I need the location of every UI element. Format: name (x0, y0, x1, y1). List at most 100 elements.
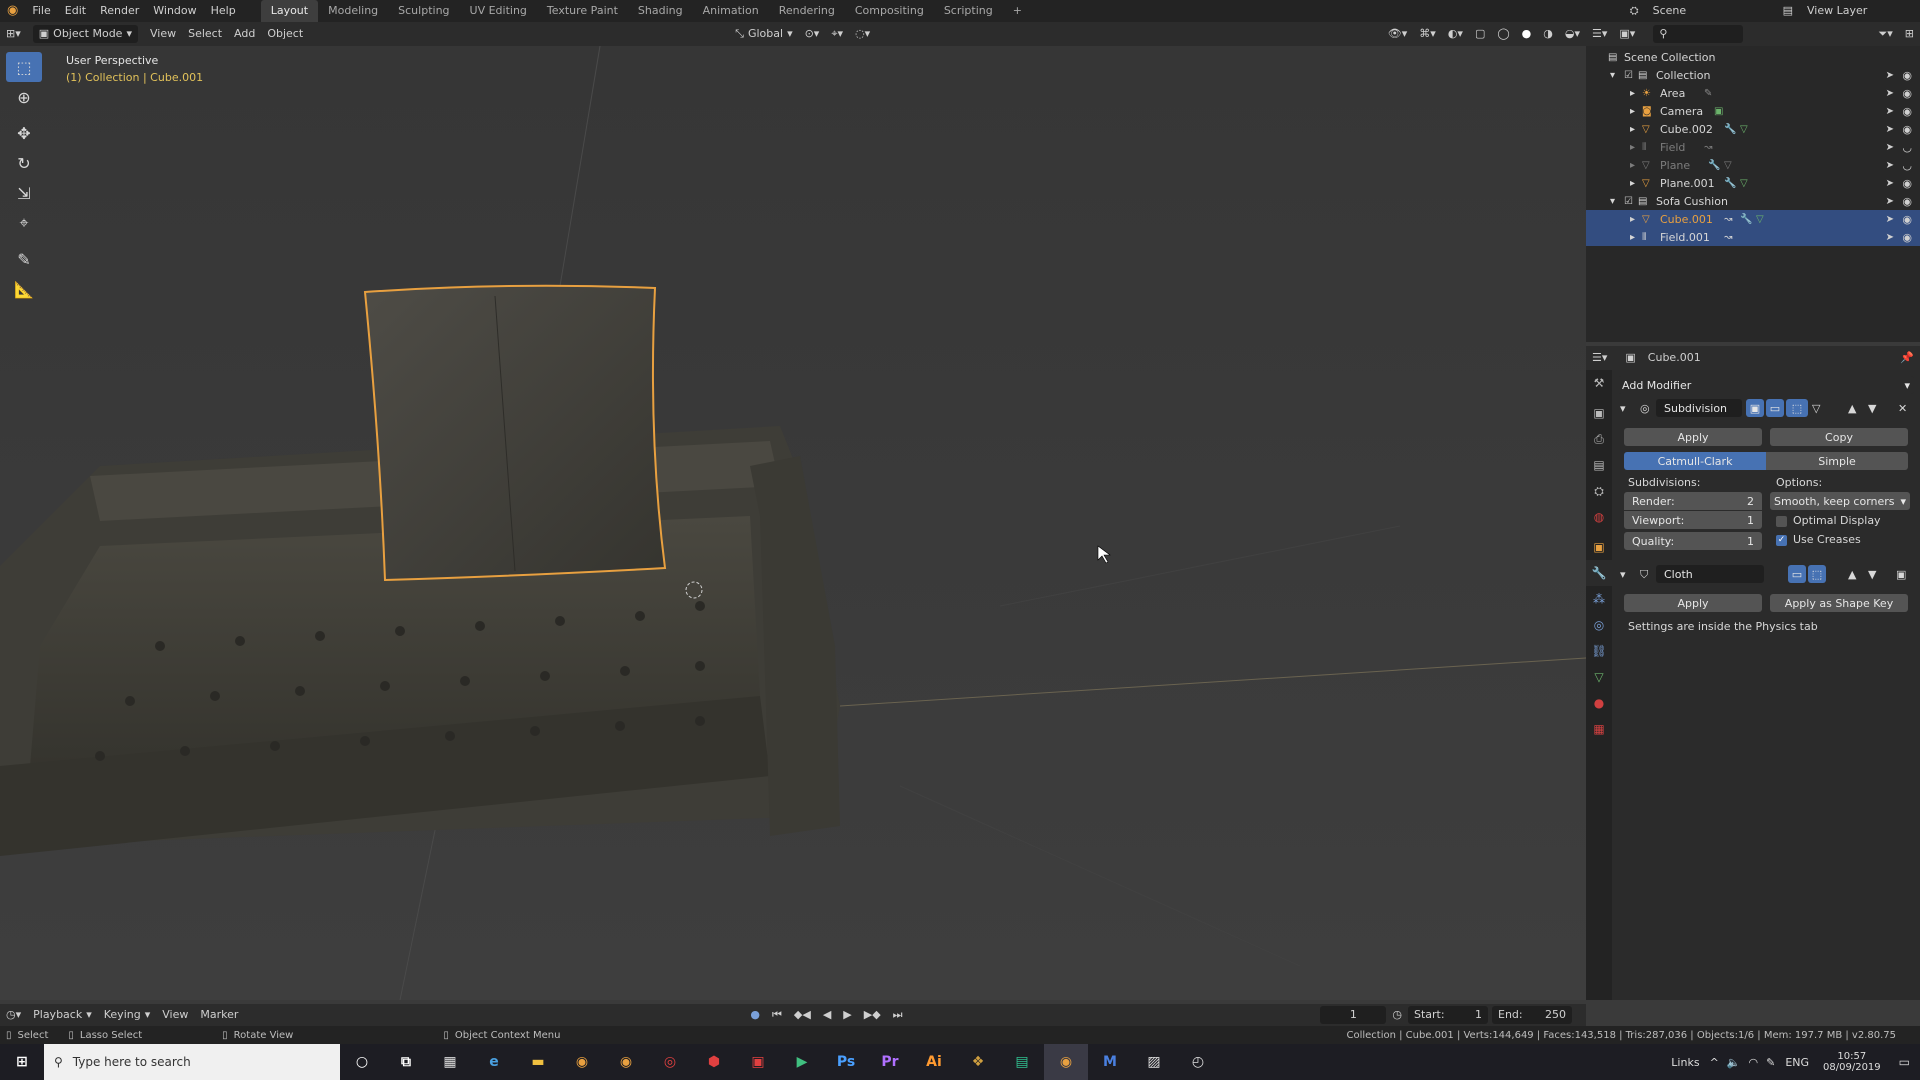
solid-shading-icon[interactable]: ● (1516, 22, 1538, 46)
windows-start-icon[interactable]: ⊞ (0, 1044, 44, 1080)
tab-shading[interactable]: Shading (628, 0, 693, 22)
photos-icon[interactable]: ▨ (1132, 1044, 1176, 1080)
tab-sculpting[interactable]: Sculpting (388, 0, 459, 22)
close-icon[interactable]: ✕ (1898, 402, 1907, 415)
world-tab-icon[interactable]: ◍ (1586, 504, 1612, 530)
material-tab-icon[interactable]: ● (1586, 690, 1612, 716)
chrome-icon[interactable]: ◎ (648, 1044, 692, 1080)
collapse-arrow-icon[interactable]: ▾ (1610, 70, 1615, 81)
rendered-shading-icon[interactable]: ◒▾ (1559, 22, 1586, 46)
eye-icon[interactable]: ◉ (1902, 87, 1912, 100)
media-player-icon[interactable]: ▶ (780, 1044, 824, 1080)
cloth-apply-button[interactable]: Apply (1624, 594, 1762, 612)
taskbar-search-input[interactable]: ⚲ Type here to search (44, 1044, 340, 1080)
transform-tool-icon[interactable]: ⌖ (6, 208, 42, 238)
subdivision-name-field[interactable]: Subdivision (1656, 399, 1742, 417)
display-mode-icon[interactable]: ▣▾ (1613, 22, 1641, 46)
eye-icon[interactable]: ◉ (1902, 213, 1912, 226)
expand-arrow-icon[interactable]: ▸ (1630, 88, 1635, 99)
outliner-row-field-001[interactable]: ▸ ⦀ Field.001 ↝ ➤ ◉ (1586, 228, 1920, 246)
calculator-icon[interactable]: ▦ (428, 1044, 472, 1080)
current-frame-field[interactable]: 1 (1320, 1006, 1387, 1024)
eye-icon[interactable]: ◉ (1902, 177, 1912, 190)
selectable-icon[interactable]: ➤ (1886, 160, 1894, 171)
volume-icon[interactable]: 🔈 (1723, 1056, 1745, 1069)
view-layer-name[interactable]: View Layer (1800, 0, 1920, 22)
prev-keyframe-icon[interactable]: ◆◀ (788, 1003, 817, 1027)
network-icon[interactable]: ◠ (1744, 1056, 1762, 1069)
tab-modeling[interactable]: Modeling (318, 0, 388, 22)
app-red-icon[interactable]: ⬢ (692, 1044, 736, 1080)
menu-render[interactable]: Render (93, 0, 146, 22)
pen-icon[interactable]: ✎ (1762, 1056, 1779, 1069)
menu-add[interactable]: Add (228, 22, 261, 46)
eye-icon[interactable]: ◉ (1902, 105, 1912, 118)
language-indicator[interactable]: ENG (1779, 1056, 1815, 1069)
blender-logo-icon[interactable]: ◉ (0, 0, 25, 22)
mode-dropdown[interactable]: ▣ Object Mode ▾ (32, 25, 138, 43)
output-tab-icon[interactable]: ⎙ (1586, 426, 1612, 452)
selectable-icon[interactable]: ➤ (1886, 178, 1894, 189)
outliner-row-camera[interactable]: ▸ ◙ Camera ▣ ➤ ◉ (1586, 102, 1920, 120)
chevron-up-icon[interactable]: ^ (1706, 1056, 1723, 1069)
menu-playback[interactable]: Playback ▾ (27, 1003, 98, 1027)
new-collection-icon[interactable]: ⊞ (1899, 22, 1920, 46)
selectable-icon[interactable]: ➤ (1886, 88, 1894, 99)
tab-scripting[interactable]: Scripting (934, 0, 1003, 22)
outliner-editor-type-icon[interactable]: ☰▾ (1586, 22, 1613, 46)
preview-range-icon[interactable]: ◷ (1386, 1003, 1408, 1027)
annotate-tool-icon[interactable]: ✎ (6, 244, 42, 274)
catmull-clark-button[interactable]: Catmull-Clark (1624, 452, 1766, 470)
blender-app-icon[interactable]: ◉ (560, 1044, 604, 1080)
editor-type-icon[interactable]: ⊞▾ (0, 22, 27, 46)
checkbox-icon[interactable]: ☑ (1624, 70, 1633, 81)
outliner-row-plane-001[interactable]: ▸ ▽ Plane.001 🔧 ▽ ➤ ◉ (1586, 174, 1920, 192)
expand-arrow-icon[interactable]: ▸ (1630, 124, 1635, 135)
modifier-tab-icon[interactable]: 🔧 (1586, 560, 1612, 586)
filter-icon[interactable]: ⏷▾ (1872, 22, 1898, 46)
cortana-icon[interactable]: ○ (340, 1044, 384, 1080)
checkbox-icon[interactable]: ☑ (1624, 196, 1633, 207)
quality-field[interactable]: Quality: 1 (1624, 532, 1762, 550)
file-explorer-icon[interactable]: ▬ (516, 1044, 560, 1080)
menu-window[interactable]: Window (146, 0, 203, 22)
measure-tool-icon[interactable]: 📐 (6, 274, 42, 304)
clock-app-icon[interactable]: ◴ (1176, 1044, 1220, 1080)
particles-tab-icon[interactable]: ⁂ (1586, 586, 1612, 612)
scene-icon[interactable]: ⛭ (1623, 0, 1646, 22)
clock[interactable]: 10:57 08/09/2019 (1815, 1051, 1889, 1073)
subdivision-copy-button[interactable]: Copy (1770, 428, 1908, 446)
blender-alt-app-icon[interactable]: ◉ (604, 1044, 648, 1080)
scale-tool-icon[interactable]: ⇲ (6, 178, 42, 208)
selectable-icon[interactable]: ➤ (1886, 196, 1894, 207)
move-tool-icon[interactable]: ✥ (6, 118, 42, 148)
eye-icon[interactable]: ◉ (1902, 69, 1912, 82)
move-down-icon[interactable]: ▼ (1868, 568, 1876, 581)
pivot-icon[interactable]: ⊙▾ (799, 22, 826, 46)
render-levels-field[interactable]: Render: 2 (1624, 492, 1762, 510)
expand-arrow-icon[interactable]: ▸ (1630, 214, 1635, 225)
pin-icon[interactable]: 📌 (1894, 346, 1920, 370)
move-up-icon[interactable]: ▲ (1848, 402, 1856, 415)
visibility-icon[interactable]: 👁▾ (1382, 22, 1414, 46)
premiere-icon[interactable]: Pr (868, 1044, 912, 1080)
snap-icon[interactable]: ⌖▾ (825, 22, 849, 46)
add-modifier-dropdown[interactable]: Add Modifier ▾ (1618, 376, 1914, 394)
cloth-name-field[interactable]: Cloth (1656, 565, 1764, 583)
collapse-arrow-icon[interactable]: ▾ (1620, 402, 1626, 415)
menu-help[interactable]: Help (204, 0, 243, 22)
menu-edit[interactable]: Edit (58, 0, 93, 22)
optimal-display-checkbox[interactable]: Optimal Display (1776, 514, 1881, 527)
add-workspace-button[interactable]: + (1003, 0, 1032, 22)
menu-select[interactable]: Select (182, 22, 228, 46)
cursor-tool-icon[interactable]: ⊕ (6, 82, 42, 112)
mail-icon[interactable]: M (1088, 1044, 1132, 1080)
auto-keying-icon[interactable]: ● (744, 1003, 766, 1027)
play-reverse-icon[interactable]: ◀ (817, 1003, 837, 1027)
app-cube-icon[interactable]: ▣ (736, 1044, 780, 1080)
outliner-row-cube-001[interactable]: ▸ ▽ Cube.001 ↝ 🔧 ▽ ➤ ◉ (1586, 210, 1920, 228)
illustrator-icon[interactable]: Ai (912, 1044, 956, 1080)
expand-arrow-icon[interactable]: ▸ (1630, 142, 1635, 153)
next-keyframe-icon[interactable]: ▶◆ (858, 1003, 887, 1027)
gizmo-icon[interactable]: ⌘▾ (1413, 22, 1442, 46)
